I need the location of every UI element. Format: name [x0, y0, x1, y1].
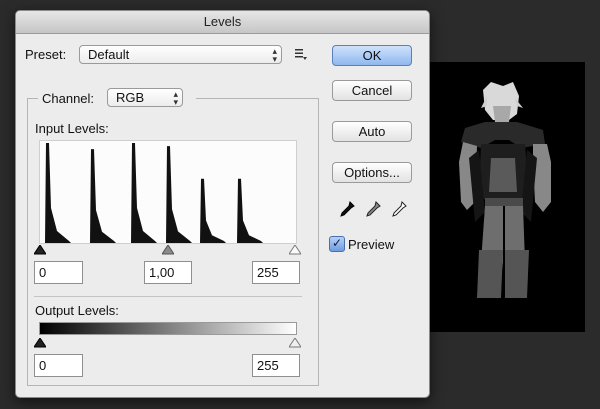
histogram-peak-4	[200, 178, 226, 243]
white-point-eyedropper-icon[interactable]	[391, 201, 407, 219]
input-levels-label: Input Levels:	[35, 121, 109, 136]
histogram-plot	[45, 143, 263, 243]
output-levels-label: Output Levels:	[35, 303, 119, 318]
preset-value: Default	[88, 47, 130, 62]
input-gamma-slider[interactable]	[161, 243, 175, 258]
input-black-field[interactable]: 0	[34, 261, 83, 284]
preview-label: Preview	[348, 237, 395, 252]
preset-options-icon[interactable]	[294, 47, 308, 61]
histogram-peak-5	[237, 178, 263, 243]
histogram-peak-2	[131, 143, 157, 243]
auto-button[interactable]: Auto	[332, 121, 412, 142]
preview-checkbox[interactable]: ✓	[329, 236, 345, 252]
histogram	[39, 140, 297, 244]
updown-arrows-icon: ▴ ▾	[173, 89, 178, 107]
histogram-peak-0	[45, 143, 71, 243]
channel-legend: Channel: RGB ▴ ▾	[38, 88, 196, 108]
output-black-slider[interactable]	[33, 336, 47, 351]
histogram-peak-3	[166, 146, 192, 243]
input-black-slider[interactable]	[33, 243, 47, 258]
gray-point-eyedropper-icon[interactable]	[365, 201, 381, 219]
output-gradient-bar	[39, 322, 297, 335]
updown-arrows-icon: ▴ ▾	[272, 46, 277, 64]
input-white-field[interactable]: 255	[252, 261, 300, 284]
preset-select[interactable]: Default ▴ ▾	[79, 45, 282, 64]
output-white-slider[interactable]	[288, 336, 302, 351]
character-image	[459, 82, 551, 298]
channel-label: Channel:	[42, 91, 95, 106]
document-canvas	[425, 62, 585, 332]
checkmark-icon: ✓	[331, 236, 343, 250]
histogram-peak-1	[90, 149, 116, 243]
channel-value: RGB	[116, 90, 145, 105]
levels-dialog: Levels Preset: Default ▴ ▾ Channel: RGB ▴…	[15, 10, 430, 398]
options-button[interactable]: Options...	[332, 162, 412, 183]
dialog-title: Levels	[16, 11, 429, 34]
preset-label: Preset:	[25, 47, 67, 62]
output-black-field[interactable]: 0	[34, 354, 83, 377]
black-point-eyedropper-icon[interactable]	[339, 201, 355, 219]
input-white-slider[interactable]	[288, 243, 302, 258]
input-gamma-field[interactable]: 1,00	[144, 261, 192, 284]
output-white-field[interactable]: 255	[252, 354, 300, 377]
ok-button[interactable]: OK	[332, 45, 412, 66]
cancel-button[interactable]: Cancel	[332, 80, 412, 101]
separator	[34, 296, 302, 297]
channel-select[interactable]: RGB ▴ ▾	[107, 88, 183, 107]
